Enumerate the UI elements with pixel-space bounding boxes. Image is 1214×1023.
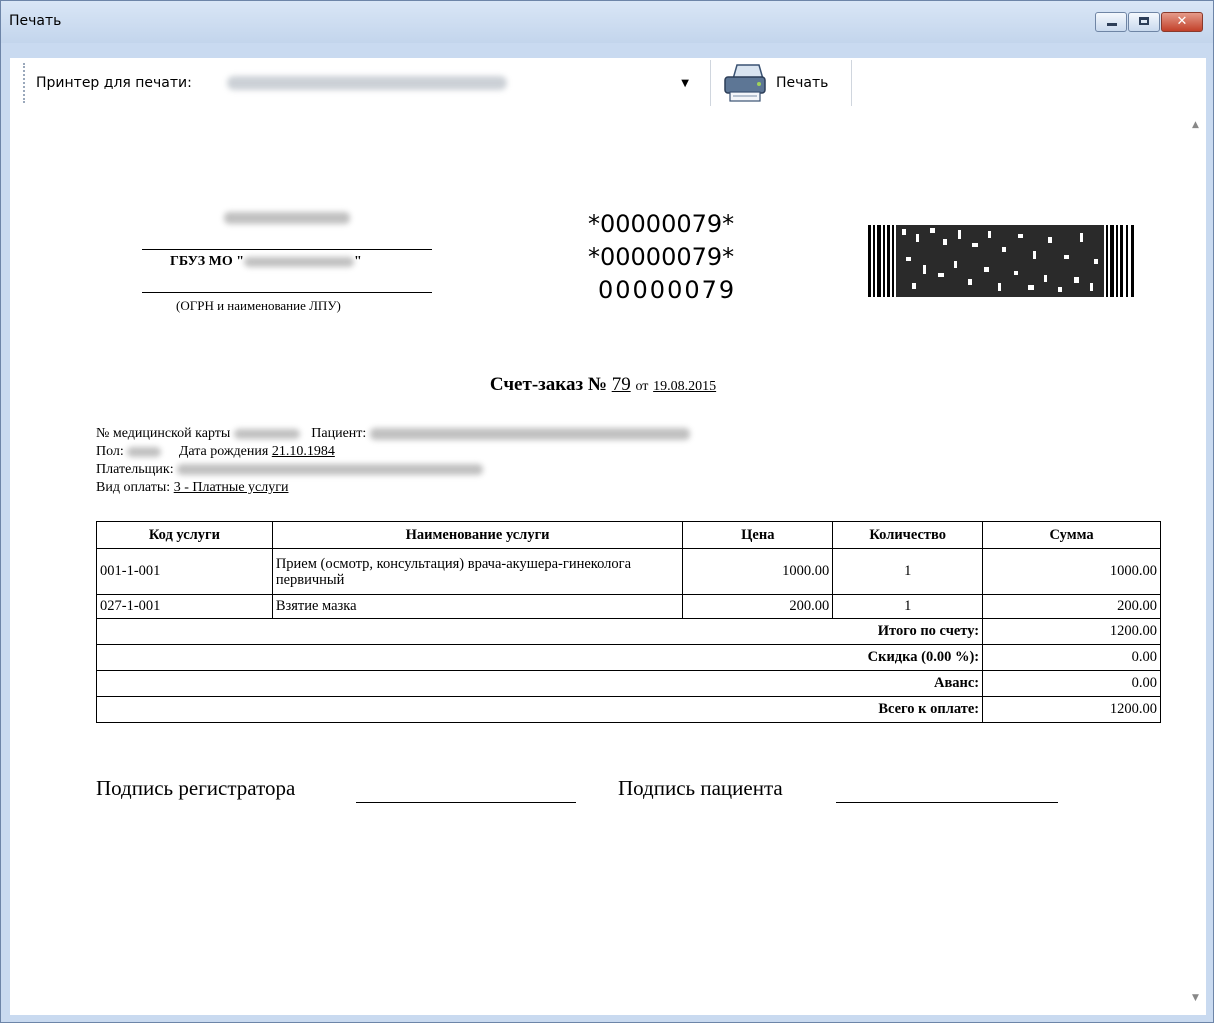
- sex-redacted: [127, 446, 162, 457]
- grand-total-label: Всего к оплате:: [95, 696, 984, 723]
- card-line: № медицинской карты Пациент:: [96, 425, 690, 443]
- scroll-down-icon[interactable]: ▼: [1192, 993, 1199, 1003]
- cell-sum: 1000.00: [982, 548, 1161, 595]
- total-value: 1200.00: [982, 618, 1161, 645]
- title-bar[interactable]: Печать ✕: [1, 1, 1213, 43]
- window-controls: ✕: [1094, 12, 1203, 32]
- table-header-row: Код услуги Наименование услуги Цена Коли…: [96, 521, 1161, 549]
- printer-icon: [724, 64, 766, 102]
- registrar-signature-label: Подпись регистратора: [96, 776, 296, 800]
- minimize-button[interactable]: [1095, 12, 1127, 32]
- sex-label: Пол:: [96, 444, 124, 459]
- card-number-redacted: [233, 428, 300, 439]
- discount-value: 0.00: [982, 644, 1161, 671]
- table-row: 027-1-001 Взятие мазка 200.00 1 200.00: [96, 594, 1161, 619]
- maximize-button[interactable]: [1128, 12, 1160, 32]
- payer-line: Плательщик:: [96, 461, 484, 479]
- toolbar-grip[interactable]: [23, 63, 28, 103]
- code-line-1: *00000079*: [588, 210, 735, 238]
- print-label: Печать: [776, 75, 829, 91]
- cell-qty: 1: [832, 548, 984, 595]
- table-row: 001-1-001 Прием (осмотр, консультация) в…: [96, 548, 1161, 595]
- org-line-bottom: [142, 292, 432, 293]
- patient-label: Пациент:: [311, 426, 367, 441]
- org-caption: (ОГРН и наименование ЛПУ): [176, 298, 341, 313]
- chevron-down-icon[interactable]: ▼: [681, 78, 689, 89]
- patient-name-redacted: [369, 427, 690, 440]
- sex-line: Пол: Дата рождения 21.10.1984: [96, 443, 335, 461]
- card-label: № медицинской карты: [96, 426, 231, 441]
- maximize-icon: [1139, 17, 1149, 25]
- print-window: Печать ✕ Принтер для печати: ▼ Печать ГБ…: [0, 0, 1214, 1023]
- org-name-redacted: [244, 256, 355, 267]
- cell-name: Взятие мазка: [271, 594, 684, 619]
- payment-label: Вид оплаты:: [96, 480, 171, 495]
- grand-total-value: 1200.00: [982, 696, 1161, 723]
- code-block: *00000079* *00000079* 00000079: [588, 208, 736, 307]
- printer-select[interactable]: ▼: [221, 70, 691, 96]
- grand-total-row: Всего к оплате: 1200.00: [95, 696, 1161, 723]
- vertical-scrollbar[interactable]: ▲ ▼: [1188, 108, 1206, 1015]
- cell-price: 200.00: [682, 594, 834, 619]
- advance-value: 0.00: [982, 670, 1161, 697]
- close-button[interactable]: ✕: [1161, 12, 1203, 32]
- payer-label: Плательщик:: [96, 462, 174, 477]
- advance-row: Аванс: 0.00: [95, 670, 1161, 697]
- document-preview[interactable]: ГБУЗ МО " " (ОГРН и наименование ЛПУ) *00…: [10, 108, 1206, 1015]
- org-name-suffix: ": [354, 254, 362, 269]
- printer-name-redacted: [227, 76, 507, 90]
- scroll-up-icon[interactable]: ▲: [1192, 120, 1199, 130]
- registrar-signature-line: [356, 802, 576, 803]
- code-line-3: 00000079: [598, 276, 737, 304]
- cell-code: 001-1-001: [96, 548, 273, 595]
- code-line-2: *00000079*: [588, 243, 735, 271]
- total-row: Итого по счету: 1200.00: [95, 618, 1161, 645]
- org-name-prefix: ГБУЗ МО ": [170, 254, 245, 269]
- column-header-sum: Сумма: [982, 521, 1161, 549]
- barcode-image: [868, 225, 1134, 297]
- heading-title: Счет-заказ №: [489, 374, 607, 395]
- date-prefix: от: [635, 379, 649, 394]
- advance-label: Аванс:: [95, 670, 984, 697]
- patient-signature-line: [836, 802, 1058, 803]
- ogrn-redacted: [224, 212, 350, 224]
- column-header-price: Цена: [682, 521, 834, 549]
- invoice-number: 79: [611, 374, 631, 395]
- discount-label: Скидка (0.00 %):: [95, 644, 984, 671]
- payment-line: Вид оплаты: 3 - Платные услуги: [96, 479, 288, 497]
- org-line-top: [142, 249, 432, 250]
- services-table: Код услуги Наименование услуги Цена Коли…: [95, 521, 1161, 723]
- cell-qty: 1: [832, 594, 984, 619]
- org-name: ГБУЗ МО " ": [170, 254, 362, 270]
- close-icon: ✕: [1176, 14, 1188, 29]
- minimize-icon: [1107, 23, 1117, 26]
- invoice-heading: Счет-заказ № 79 от 19.08.2015: [10, 374, 1196, 396]
- invoice-date: 19.08.2015: [653, 379, 717, 394]
- print-button[interactable]: Печать: [710, 60, 852, 106]
- print-toolbar: Принтер для печати: ▼ Печать: [10, 58, 1206, 109]
- cell-code: 027-1-001: [96, 594, 273, 619]
- discount-row: Скидка (0.00 %): 0.00: [95, 644, 1161, 671]
- window-title: Печать: [9, 13, 62, 29]
- payer-name-redacted: [177, 464, 484, 476]
- cell-name: Прием (осмотр, консультация) врача-акуше…: [271, 548, 684, 595]
- printer-label: Принтер для печати:: [36, 75, 192, 91]
- column-header-code: Код услуги: [96, 521, 273, 549]
- cell-sum: 200.00: [982, 594, 1161, 619]
- column-header-name: Наименование услуги: [271, 521, 684, 549]
- cell-price: 1000.00: [682, 548, 834, 595]
- dob-value: 21.10.1984: [271, 444, 335, 459]
- dob-label: Дата рождения: [178, 444, 269, 459]
- patient-signature-label: Подпись пациента: [618, 776, 783, 800]
- payment-type: 3 - Платные услуги: [173, 480, 289, 495]
- column-header-qty: Количество: [832, 521, 984, 549]
- total-label: Итого по счету:: [95, 618, 984, 645]
